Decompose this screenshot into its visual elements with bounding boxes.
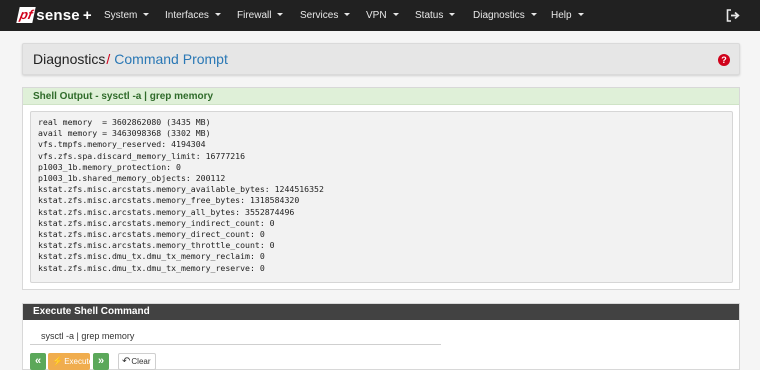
logo-plus-text: + [82,6,92,24]
output-line: kstat.zfs.misc.arcstats.memory_direct_co… [38,229,265,240]
output-line: kstat.zfs.misc.arcstats.memory_throttle_… [38,240,275,251]
chevron-down-icon [392,12,399,16]
nav-status[interactable]: Status [415,0,456,31]
help-icon[interactable]: ? [718,54,730,66]
clear-button-label: Clear [131,357,151,366]
nav-help-label: Help [551,10,572,21]
execute-command-title: Execute Shell Command [23,304,739,320]
output-line: kstat.zfs.misc.arcstats.memory_all_bytes… [38,206,295,217]
undo-icon: ↶ [122,356,131,367]
output-line: p1003_1b.memory_protection: 0 [38,161,181,172]
output-line: avail memory = 3463098368 (3302 MB) [38,128,211,139]
chevron-down-icon [449,12,456,16]
nav-services[interactable]: Services [300,0,351,31]
output-line: kstat.zfs.misc.dmu_tx.dmu_tx_memory_recl… [38,251,265,262]
shell-output-box: real memory = 3602862080 (3435 MB) avail… [30,111,733,283]
breadcrumb-panel: Diagnostics/Command Prompt ? [22,43,740,75]
execute-button-label: Execute [64,357,94,366]
output-line: vfs.tmpfs.memory_reserved: 4194304 [38,139,206,150]
breadcrumb-current[interactable]: Command Prompt [114,51,228,67]
chevron-down-icon [143,12,150,16]
breadcrumb-separator: / [106,51,111,67]
output-line: real memory = 3602862080 (3435 MB) [38,117,211,127]
chevron-down-icon [530,12,537,16]
next-command-button[interactable]: » [93,353,109,370]
nav-vpn[interactable]: VPN [366,0,399,31]
output-line: p1003_1b.shared_memory_objects: 200112 [38,173,226,184]
execute-command-panel: Execute Shell Command « ⚡Execute » ↶Clea… [22,303,740,370]
chevron-down-icon [277,12,284,16]
nav-interfaces-label: Interfaces [165,10,209,21]
nav-diagnostics[interactable]: Diagnostics [473,0,537,31]
nav-firewall[interactable]: Firewall [237,0,284,31]
logo-pf-mark: pf [16,7,36,23]
top-navbar: pf sense + System Interfaces Firewall Se… [0,0,760,31]
nav-help[interactable]: Help [551,0,584,31]
output-line: vfs.zfs.spa.discard_memory_limit: 167772… [38,150,246,161]
output-line: kstat.zfs.misc.dmu_tx.dmu_tx_memory_rese… [38,262,265,273]
nav-status-label: Status [415,10,444,21]
logo-sense-text: sense [36,6,80,24]
nav-system-label: System [104,10,138,21]
bolt-icon: ⚡ [52,356,64,366]
nav-services-label: Services [300,10,339,21]
clear-button[interactable]: ↶Clear [118,353,156,370]
pfsense-logo[interactable]: pf sense + [16,6,92,24]
logout-icon[interactable] [726,9,740,22]
chevron-down-icon [214,12,221,16]
nav-system[interactable]: System [104,0,150,31]
shell-output-panel: Shell Output - sysctl -a | grep memory r… [22,87,740,290]
previous-command-button[interactable]: « [30,353,46,370]
nav-firewall-label: Firewall [237,10,272,21]
output-line: kstat.zfs.misc.arcstats.memory_free_byte… [38,195,300,206]
output-line: kstat.zfs.misc.arcstats.memory_available… [38,184,324,195]
breadcrumb: Diagnostics/Command Prompt [33,51,228,67]
nav-vpn-label: VPN [366,10,387,21]
shell-output-title: Shell Output - sysctl -a | grep memory [23,88,739,105]
nav-interfaces[interactable]: Interfaces [165,0,221,31]
command-input[interactable] [30,328,441,345]
chevron-down-icon [577,12,584,16]
breadcrumb-parent: Diagnostics [33,51,106,67]
output-line: kstat.zfs.misc.arcstats.memory_indirect_… [38,217,275,228]
chevron-down-icon [344,12,351,16]
execute-button[interactable]: ⚡Execute [48,353,94,370]
nav-diagnostics-label: Diagnostics [473,10,525,21]
